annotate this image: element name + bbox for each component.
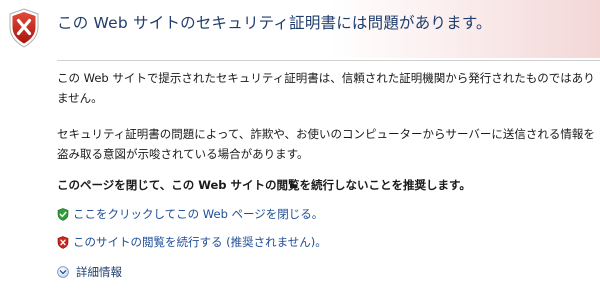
certificate-error-page: この Web サイトのセキュリティ証明書には問題があります。 この Web サイ… (0, 0, 600, 300)
certificate-issue-paragraph: この Web サイトで提示されたセキュリティ証明書は、信頼された証明機関から発行… (57, 71, 595, 105)
close-page-link[interactable]: ここをクリックしてこの Web ページを閉じる。 (73, 206, 323, 222)
continue-to-site-link[interactable]: このサイトの閲覧を続行する (推奨されません)。 (73, 234, 327, 250)
more-information-label[interactable]: 詳細情報 (76, 264, 122, 280)
chevron-down-circle-icon (57, 266, 69, 278)
recommendation-text: このページを閉じて、この Web サイトの閲覧を続行しないことを推奨します。 (57, 178, 471, 192)
risk-explanation-paragraph: セキュリティ証明書の問題によって、詐欺や、お使いのコンピューターからサーバーに送… (57, 127, 595, 161)
green-shield-check-icon (57, 207, 69, 221)
continue-to-site-action[interactable]: このサイトの閲覧を続行する (推奨されません)。 (57, 234, 327, 250)
security-shield-error-icon (9, 8, 39, 48)
page-title: この Web サイトのセキュリティ証明書には問題があります。 (57, 14, 492, 32)
red-shield-x-icon (57, 235, 69, 249)
close-page-action[interactable]: ここをクリックしてこの Web ページを閉じる。 (57, 206, 323, 222)
header-divider (57, 60, 600, 61)
more-information-toggle[interactable]: 詳細情報 (57, 264, 122, 280)
